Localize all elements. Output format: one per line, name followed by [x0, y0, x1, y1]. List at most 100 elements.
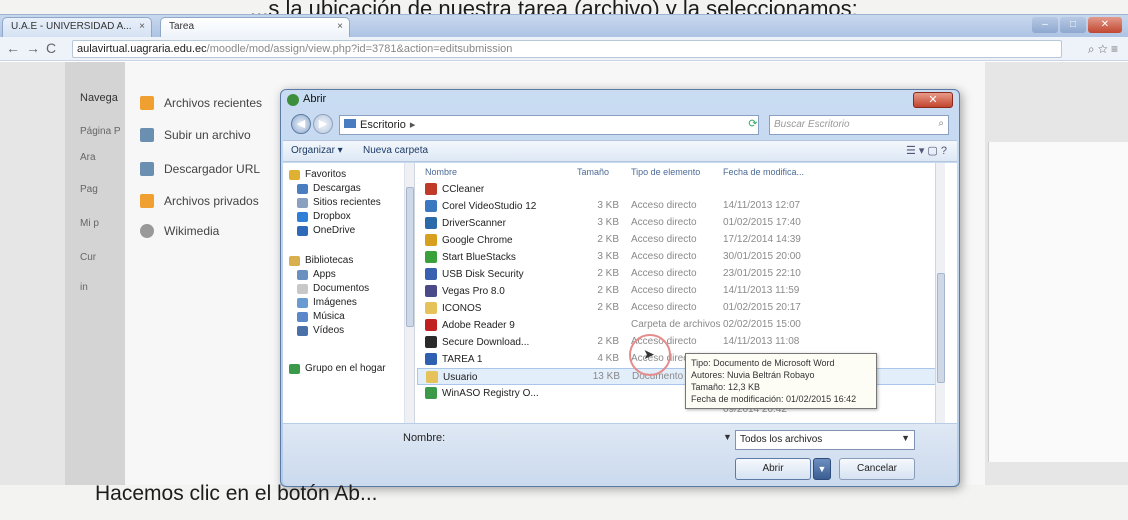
tooltip-line: Tamaño: 12,3 KB — [691, 382, 761, 392]
file-row[interactable]: Start BlueStacks 3 KB Acceso directo 30/01/… — [417, 249, 945, 266]
nav-scrollbar[interactable] — [405, 163, 415, 423]
minimize-button[interactable]: – — [1032, 17, 1058, 33]
file-picker-private[interactable]: Archivos privados — [140, 194, 259, 208]
star-icon[interactable]: ⌕ ☆ ≡ — [1088, 42, 1118, 57]
file-icon — [426, 371, 438, 383]
file-name-cell: ICONOS — [425, 302, 481, 314]
nav-dropbox[interactable]: Dropbox — [297, 211, 351, 222]
file-name: Corel VideoStudio 12 — [442, 200, 537, 212]
breadcrumb-item[interactable]: Escritorio — [360, 119, 406, 131]
column-header-date[interactable]: Fecha de modifica... — [723, 167, 804, 177]
file-icon — [425, 336, 437, 348]
file-type-select[interactable]: Todos los archivos ▼ — [735, 430, 915, 450]
nav-bibliotecas[interactable]: Bibliotecas — [289, 255, 353, 266]
file-row[interactable]: Corel VideoStudio 12 3 KB Acceso directo 14… — [417, 198, 945, 215]
back-button[interactable]: ◀ — [291, 114, 311, 134]
file-picker-label: Subir un archivo — [164, 128, 251, 142]
moodle-nav-item[interactable]: Ara — [80, 152, 96, 163]
view-options-icon[interactable]: ☰ ▾ ▢ ? — [906, 144, 947, 157]
chevron-down-icon[interactable]: ▼ — [723, 432, 732, 442]
nav-videos[interactable]: Vídeos — [297, 325, 344, 336]
open-button[interactable]: Abrir — [735, 458, 811, 480]
nav-favoritos[interactable]: Favoritos — [289, 169, 346, 180]
file-row[interactable]: CCleaner — [417, 181, 945, 198]
file-type-value: Todos los archivos — [740, 434, 823, 445]
scrollbar-thumb[interactable] — [937, 273, 945, 383]
column-header-size[interactable]: Tamaño — [577, 167, 609, 177]
file-name: Usuario — [443, 371, 478, 383]
dialog-close-button[interactable]: ✕ — [913, 92, 953, 108]
organize-button[interactable]: Organizar ▾ — [291, 145, 343, 156]
file-row[interactable]: Adobe Reader 9 Carpeta de archivos 02/02/2… — [417, 317, 945, 334]
search-placeholder: Buscar Escritorio — [774, 119, 850, 130]
file-icon — [425, 319, 437, 331]
search-icon: ⌕ — [938, 118, 944, 129]
close-icon[interactable]: × — [337, 21, 343, 32]
file-picker-upload[interactable]: Subir un archivo — [140, 128, 251, 142]
nav-imagenes[interactable]: Imágenes — [297, 297, 357, 308]
moodle-nav-item[interactable]: Página P — [80, 126, 121, 137]
forward-arrow-icon[interactable]: → — [26, 40, 40, 56]
maximize-button[interactable]: □ — [1060, 17, 1086, 33]
forward-button[interactable]: ▶ — [313, 114, 333, 134]
library-icon — [289, 255, 300, 266]
open-options-button[interactable]: ▼ — [813, 458, 831, 480]
nav-sitios-recientes[interactable]: Sitios recientes — [297, 197, 381, 208]
file-date: 01/02/2015 17:40 — [723, 217, 801, 228]
nav-label: Vídeos — [313, 325, 345, 336]
nav-onedrive[interactable]: OneDrive — [297, 225, 355, 236]
file-row[interactable]: Google Chrome 2 KB Acceso directo 17/12/201… — [417, 232, 945, 249]
url-path: /moodle/mod/assign/view.php?id=3781&acti… — [206, 43, 513, 55]
file-picker-recent[interactable]: Archivos recientes — [140, 96, 262, 110]
nav-descargas[interactable]: Descargas — [297, 183, 361, 194]
moodle-nav-item: Navega — [80, 92, 118, 104]
moodle-nav-item[interactable]: Pag — [80, 184, 98, 195]
nav-label: Descargas — [313, 183, 361, 194]
chevron-down-icon: ▼ — [901, 433, 910, 443]
nav-label: Grupo en el hogar — [305, 363, 386, 374]
file-icon — [425, 234, 437, 246]
column-header-type[interactable]: Tipo de elemento — [631, 167, 700, 177]
nav-musica[interactable]: Música — [297, 311, 345, 322]
moodle-nav-item[interactable]: Cur — [80, 252, 96, 263]
moodle-icon — [140, 96, 154, 110]
close-icon[interactable]: × — [139, 21, 145, 32]
file-type: Acceso directo — [631, 251, 697, 262]
file-date: 14/11/2013 11:59 — [723, 285, 800, 296]
column-header-name[interactable]: Nombre — [425, 167, 457, 177]
file-row[interactable]: Secure Download... 2 KB Acceso directo 14/1… — [417, 334, 945, 351]
cancel-button[interactable]: Cancelar — [839, 458, 915, 480]
file-row[interactable]: DriverScanner 3 KB Acceso directo 01/02/201… — [417, 215, 945, 232]
nav-documentos[interactable]: Documentos — [297, 283, 369, 294]
new-folder-button[interactable]: Nueva carpeta — [363, 145, 428, 156]
back-arrow-icon[interactable]: ← — [6, 40, 20, 56]
file-row[interactable]: USB Disk Security 2 KB Acceso directo 23/01… — [417, 266, 945, 283]
file-picker-wikimedia[interactable]: Wikimedia — [140, 224, 219, 238]
refresh-icon[interactable]: ⟳ — [743, 115, 763, 135]
file-picker-label: Archivos recientes — [164, 96, 263, 110]
file-name: Start BlueStacks — [442, 251, 516, 263]
url-input[interactable]: aulavirtual.uagraria.edu.ec/moodle/mod/a… — [72, 40, 1062, 58]
tab-tarea[interactable]: Tarea × — [160, 17, 350, 37]
scrollbar-thumb[interactable] — [406, 187, 414, 327]
file-scrollbar[interactable] — [935, 163, 945, 423]
file-picker-label: Wikimedia — [164, 224, 220, 238]
file-icon — [425, 268, 437, 280]
file-name-cell: TAREA 1 — [425, 353, 482, 365]
close-button[interactable]: ✕ — [1088, 17, 1122, 33]
chevron-right-icon[interactable]: ▸ — [410, 119, 416, 131]
search-input[interactable]: Buscar Escritorio ⌕ — [769, 115, 949, 135]
wikimedia-icon — [140, 224, 154, 238]
reload-icon[interactable]: C — [46, 40, 56, 56]
file-picker-url[interactable]: Descargador URL — [140, 162, 260, 176]
moodle-nav-item[interactable]: in — [80, 282, 88, 293]
breadcrumb[interactable]: Escritorio ▸ — [339, 115, 759, 135]
tab-uae[interactable]: U.A.E - UNIVERSIDAD A... × — [2, 17, 152, 37]
moodle-nav-item[interactable]: Mi p — [80, 218, 99, 229]
file-type: Acceso directo — [631, 234, 697, 245]
recent-icon — [297, 197, 308, 208]
nav-apps[interactable]: Apps — [297, 269, 336, 280]
nav-grupo-hogar[interactable]: Grupo en el hogar — [289, 363, 386, 374]
file-row[interactable]: ICONOS 2 KB Acceso directo 01/02/2015 20:17 — [417, 300, 945, 317]
file-row[interactable]: Vegas Pro 8.0 2 KB Acceso directo 14/11/201… — [417, 283, 945, 300]
